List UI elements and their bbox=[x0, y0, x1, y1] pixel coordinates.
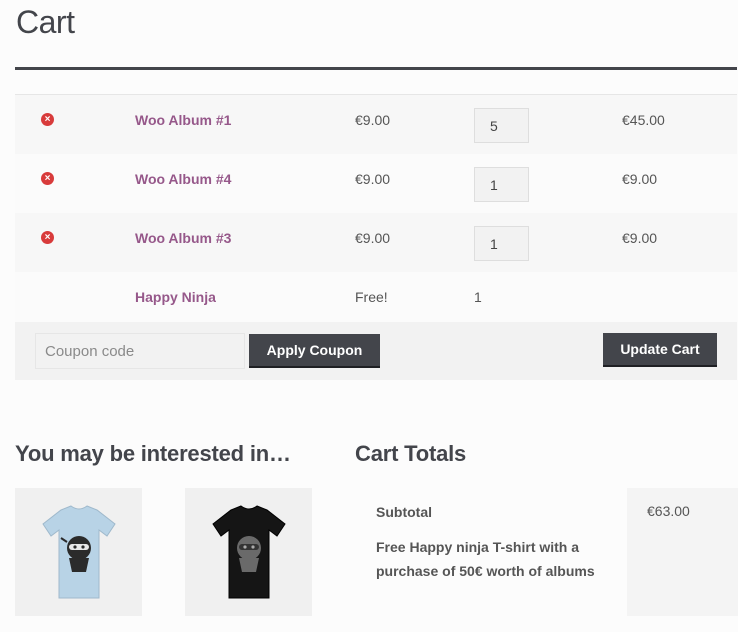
page-title: Cart bbox=[16, 4, 75, 40]
product-price: €9.00 bbox=[355, 171, 391, 187]
light-blue-ninja-tshirt-icon bbox=[41, 505, 116, 599]
product-subtotal: €9.00 bbox=[622, 171, 658, 187]
cart-table: × Woo Album #1 €9.00 €45.00 × Woo Album … bbox=[15, 95, 737, 331]
cart-totals-table: Subtotal Free Happy ninja T-shirt with a… bbox=[355, 488, 738, 616]
remove-circle-icon[interactable]: × bbox=[41, 231, 54, 244]
cart-actions: Apply Coupon Update Cart bbox=[15, 322, 737, 380]
product-name-link[interactable]: Woo Album #3 bbox=[135, 230, 231, 246]
subtotal-label: Subtotal bbox=[376, 504, 432, 520]
quantity-input[interactable] bbox=[474, 167, 529, 202]
remove-circle-icon[interactable]: × bbox=[41, 172, 54, 185]
cart-item-row: × Woo Album #1 €9.00 €45.00 bbox=[15, 95, 737, 154]
coupon-code-input[interactable] bbox=[35, 333, 245, 369]
quantity-input[interactable] bbox=[474, 226, 529, 261]
product-subtotal: €45.00 bbox=[622, 112, 665, 128]
product-name-link[interactable]: Woo Album #1 bbox=[135, 112, 231, 128]
title-divider bbox=[15, 67, 737, 70]
update-cart-button[interactable]: Update Cart bbox=[603, 333, 717, 367]
black-ninja-tshirt-icon bbox=[211, 505, 286, 599]
promo-label: Free Happy ninja T-shirt with a purchase… bbox=[376, 539, 595, 579]
cart-item-row: × Woo Album #3 €9.00 €9.00 bbox=[15, 213, 737, 272]
remove-circle-icon[interactable]: × bbox=[41, 113, 54, 126]
cart-totals-heading: Cart Totals bbox=[355, 441, 467, 466]
product-name-link[interactable]: Woo Album #4 bbox=[135, 171, 231, 187]
subtotal-value: €63.00 bbox=[647, 503, 690, 519]
product-price: Free! bbox=[355, 289, 388, 305]
totals-labels-column: Subtotal Free Happy ninja T-shirt with a… bbox=[355, 488, 627, 616]
product-thumbnail[interactable] bbox=[185, 488, 312, 616]
quantity-input[interactable] bbox=[474, 108, 529, 143]
product-price: €9.00 bbox=[355, 230, 391, 246]
cross-sells-heading: You may be interested in… bbox=[15, 441, 291, 466]
product-thumbnail[interactable] bbox=[15, 488, 142, 616]
cart-item-row: × Woo Album #4 €9.00 €9.00 bbox=[15, 154, 737, 213]
product-price: €9.00 bbox=[355, 112, 391, 128]
quantity-text: 1 bbox=[474, 289, 482, 305]
product-name-link[interactable]: Happy Ninja bbox=[135, 289, 216, 305]
totals-values-column: €63.00 bbox=[627, 488, 738, 616]
apply-coupon-button[interactable]: Apply Coupon bbox=[249, 334, 380, 368]
product-subtotal: €9.00 bbox=[622, 230, 658, 246]
